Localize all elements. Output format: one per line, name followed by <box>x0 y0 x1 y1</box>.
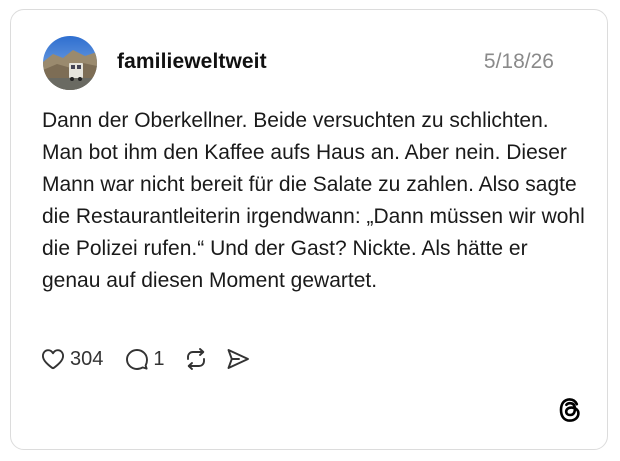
post-date: 5/18/26 <box>483 50 554 73</box>
like-button[interactable]: 304 <box>41 348 103 371</box>
like-count: 304 <box>70 347 104 370</box>
username[interactable]: familieweltweit <box>117 50 267 74</box>
heart-icon <box>41 349 65 370</box>
reply-count: 1 <box>153 347 165 370</box>
repost-icon <box>186 348 205 370</box>
avatar-image <box>43 36 97 90</box>
post-text: Dann der Oberkellner. Beide versuchten z… <box>42 109 585 292</box>
repost-button[interactable] <box>183 347 209 371</box>
post-card: familieweltweit 5/18/26 Dann der Oberkel… <box>10 9 608 450</box>
reply-button[interactable]: 1 <box>125 347 165 371</box>
share-icon <box>227 349 249 369</box>
share-button[interactable] <box>225 347 251 371</box>
action-bar: 304 1 <box>41 344 251 374</box>
comment-icon <box>126 349 149 370</box>
threads-logo-icon[interactable] <box>556 396 584 424</box>
avatar[interactable] <box>43 36 97 90</box>
